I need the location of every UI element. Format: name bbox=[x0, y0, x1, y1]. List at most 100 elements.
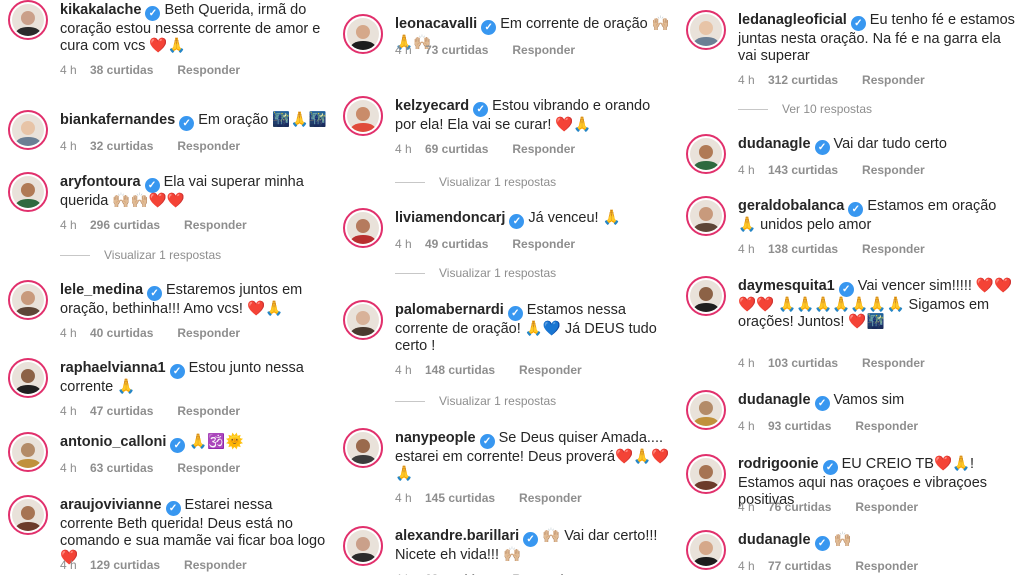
likes-count[interactable]: 38 curtidas bbox=[90, 63, 153, 77]
avatar[interactable] bbox=[343, 14, 383, 54]
avatar[interactable] bbox=[8, 172, 48, 212]
likes-count[interactable]: 73 curtidas bbox=[425, 43, 488, 57]
avatar[interactable] bbox=[8, 495, 48, 535]
likes-count[interactable]: 63 curtidas bbox=[90, 461, 153, 475]
comment-text: daymesquita1 ✓ Vai vencer sim!!!!! ❤️❤️ ❤️… bbox=[738, 278, 1016, 331]
reply-button[interactable]: Responder bbox=[855, 559, 918, 573]
likes-count[interactable]: 312 curtidas bbox=[768, 73, 838, 87]
comment-meta: 4 h 296 curtidas Responder bbox=[60, 218, 247, 232]
username-link[interactable]: palomabernardi bbox=[395, 302, 504, 318]
view-replies-button[interactable]: Visualizar 1 respostas bbox=[395, 175, 556, 189]
verified-badge-icon: ✓ bbox=[147, 286, 163, 301]
timestamp: 4 h bbox=[60, 326, 77, 340]
view-replies-button[interactable]: Visualizar 1 respostas bbox=[60, 248, 221, 262]
username-link[interactable]: geraldobalanca bbox=[738, 198, 844, 214]
avatar[interactable] bbox=[8, 0, 48, 40]
view-replies-button[interactable]: Visualizar 1 respostas bbox=[395, 266, 556, 280]
avatar[interactable] bbox=[343, 526, 383, 566]
verified-badge-icon: ✓ bbox=[814, 536, 830, 551]
reply-button[interactable]: Responder bbox=[855, 419, 918, 433]
avatar[interactable] bbox=[8, 280, 48, 320]
username-link[interactable]: lele_medina bbox=[60, 282, 143, 298]
view-replies-button[interactable]: Visualizar 1 respostas bbox=[395, 394, 556, 408]
avatar[interactable] bbox=[8, 432, 48, 472]
avatar[interactable] bbox=[343, 208, 383, 248]
reply-button[interactable]: Responder bbox=[855, 500, 918, 514]
reply-button[interactable]: Responder bbox=[177, 326, 240, 340]
username-link[interactable]: araujovivianne bbox=[60, 497, 162, 513]
reply-button[interactable]: Responder bbox=[512, 142, 575, 156]
avatar[interactable] bbox=[686, 530, 726, 570]
likes-count[interactable]: 47 curtidas bbox=[90, 404, 153, 418]
likes-count[interactable]: 32 curtidas bbox=[90, 139, 153, 153]
username-link[interactable]: dudanagle bbox=[738, 392, 811, 408]
likes-count[interactable]: 148 curtidas bbox=[425, 363, 495, 377]
reply-button[interactable]: Responder bbox=[177, 63, 240, 77]
username-link[interactable]: dudanagle bbox=[738, 136, 811, 152]
likes-count[interactable]: 69 curtidas bbox=[425, 142, 488, 156]
reply-button[interactable]: Responder bbox=[177, 404, 240, 418]
likes-count[interactable]: 138 curtidas bbox=[768, 242, 838, 256]
reply-button[interactable]: Responder bbox=[512, 237, 575, 251]
username-link[interactable]: kikakalache bbox=[60, 2, 141, 18]
likes-count[interactable]: 76 curtidas bbox=[768, 500, 831, 514]
likes-count[interactable]: 40 curtidas bbox=[90, 326, 153, 340]
comment-meta: 4 h 77 curtidas Responder bbox=[738, 559, 918, 573]
username-link[interactable]: liviamendoncarj bbox=[395, 210, 505, 226]
verified-badge-icon: ✓ bbox=[814, 396, 830, 411]
username-link[interactable]: rodrigoonie bbox=[738, 456, 819, 472]
likes-count[interactable]: 93 curtidas bbox=[768, 419, 831, 433]
reply-button[interactable]: Responder bbox=[177, 139, 240, 153]
reply-button[interactable]: Responder bbox=[862, 356, 925, 370]
reply-button[interactable]: Responder bbox=[512, 43, 575, 57]
username-link[interactable]: alexandre.barillari bbox=[395, 528, 519, 544]
username-link[interactable]: antonio_calloni bbox=[60, 434, 166, 450]
avatar[interactable] bbox=[8, 358, 48, 398]
timestamp: 4 h bbox=[738, 73, 755, 87]
likes-count[interactable]: 143 curtidas bbox=[768, 163, 838, 177]
avatar[interactable] bbox=[686, 390, 726, 430]
comment-item: liviamendoncarj ✓ Já venceu! 🙏 4 h 49 curtid… bbox=[343, 208, 673, 265]
username-link[interactable]: nanypeople bbox=[395, 430, 476, 446]
reply-button[interactable]: Responder bbox=[519, 363, 582, 377]
reply-button[interactable]: Responder bbox=[177, 461, 240, 475]
likes-count[interactable]: 145 curtidas bbox=[425, 491, 495, 505]
reply-button[interactable]: Responder bbox=[862, 163, 925, 177]
reply-button[interactable]: Responder bbox=[184, 218, 247, 232]
avatar[interactable] bbox=[8, 110, 48, 150]
username-link[interactable]: aryfontoura bbox=[60, 174, 141, 190]
reply-button[interactable]: Responder bbox=[519, 491, 582, 505]
avatar[interactable] bbox=[686, 276, 726, 316]
username-link[interactable]: leonacavalli bbox=[395, 16, 477, 32]
comment-body: 🙏🕉️🌞 bbox=[189, 434, 244, 450]
username-link[interactable]: raphaelvianna1 bbox=[60, 360, 166, 376]
avatar[interactable] bbox=[343, 96, 383, 136]
likes-count[interactable]: 49 curtidas bbox=[425, 237, 488, 251]
comment-item: rodrigoonie ✓ EU CREIO TB❤️🙏! Estamos aqui… bbox=[686, 454, 1016, 528]
avatar[interactable] bbox=[343, 428, 383, 468]
avatar[interactable] bbox=[686, 134, 726, 174]
likes-count[interactable]: 296 curtidas bbox=[90, 218, 160, 232]
username-link[interactable]: kelzyecard bbox=[395, 98, 469, 114]
avatar[interactable] bbox=[686, 454, 726, 494]
view-replies-button[interactable]: Ver 10 respostas bbox=[738, 102, 872, 116]
likes-count[interactable]: 129 curtidas bbox=[90, 558, 160, 572]
comment-text: kikakalache ✓ Beth Querida, irmã do coraçã… bbox=[60, 2, 328, 55]
likes-count[interactable]: 77 curtidas bbox=[768, 559, 831, 573]
avatar[interactable] bbox=[686, 196, 726, 236]
username-link[interactable]: ledanagleoficial bbox=[738, 12, 847, 28]
verified-badge-icon: ✓ bbox=[848, 202, 864, 217]
timestamp: 4 h bbox=[395, 363, 412, 377]
likes-count[interactable]: 103 curtidas bbox=[768, 356, 838, 370]
comment-text: lele_medina ✓ Estaremos juntos em oração, … bbox=[60, 282, 328, 318]
username-link[interactable]: dudanagle bbox=[738, 532, 811, 548]
timestamp: 4 h bbox=[738, 242, 755, 256]
reply-button[interactable]: Responder bbox=[862, 242, 925, 256]
username-link[interactable]: biankafernandes bbox=[60, 112, 175, 128]
username-link[interactable]: daymesquita1 bbox=[738, 278, 835, 294]
reply-button[interactable]: Responder bbox=[862, 73, 925, 87]
avatar[interactable] bbox=[686, 10, 726, 50]
reply-button[interactable]: Responder bbox=[184, 558, 247, 572]
avatar[interactable] bbox=[343, 300, 383, 340]
verified-badge-icon: ✓ bbox=[169, 364, 185, 379]
